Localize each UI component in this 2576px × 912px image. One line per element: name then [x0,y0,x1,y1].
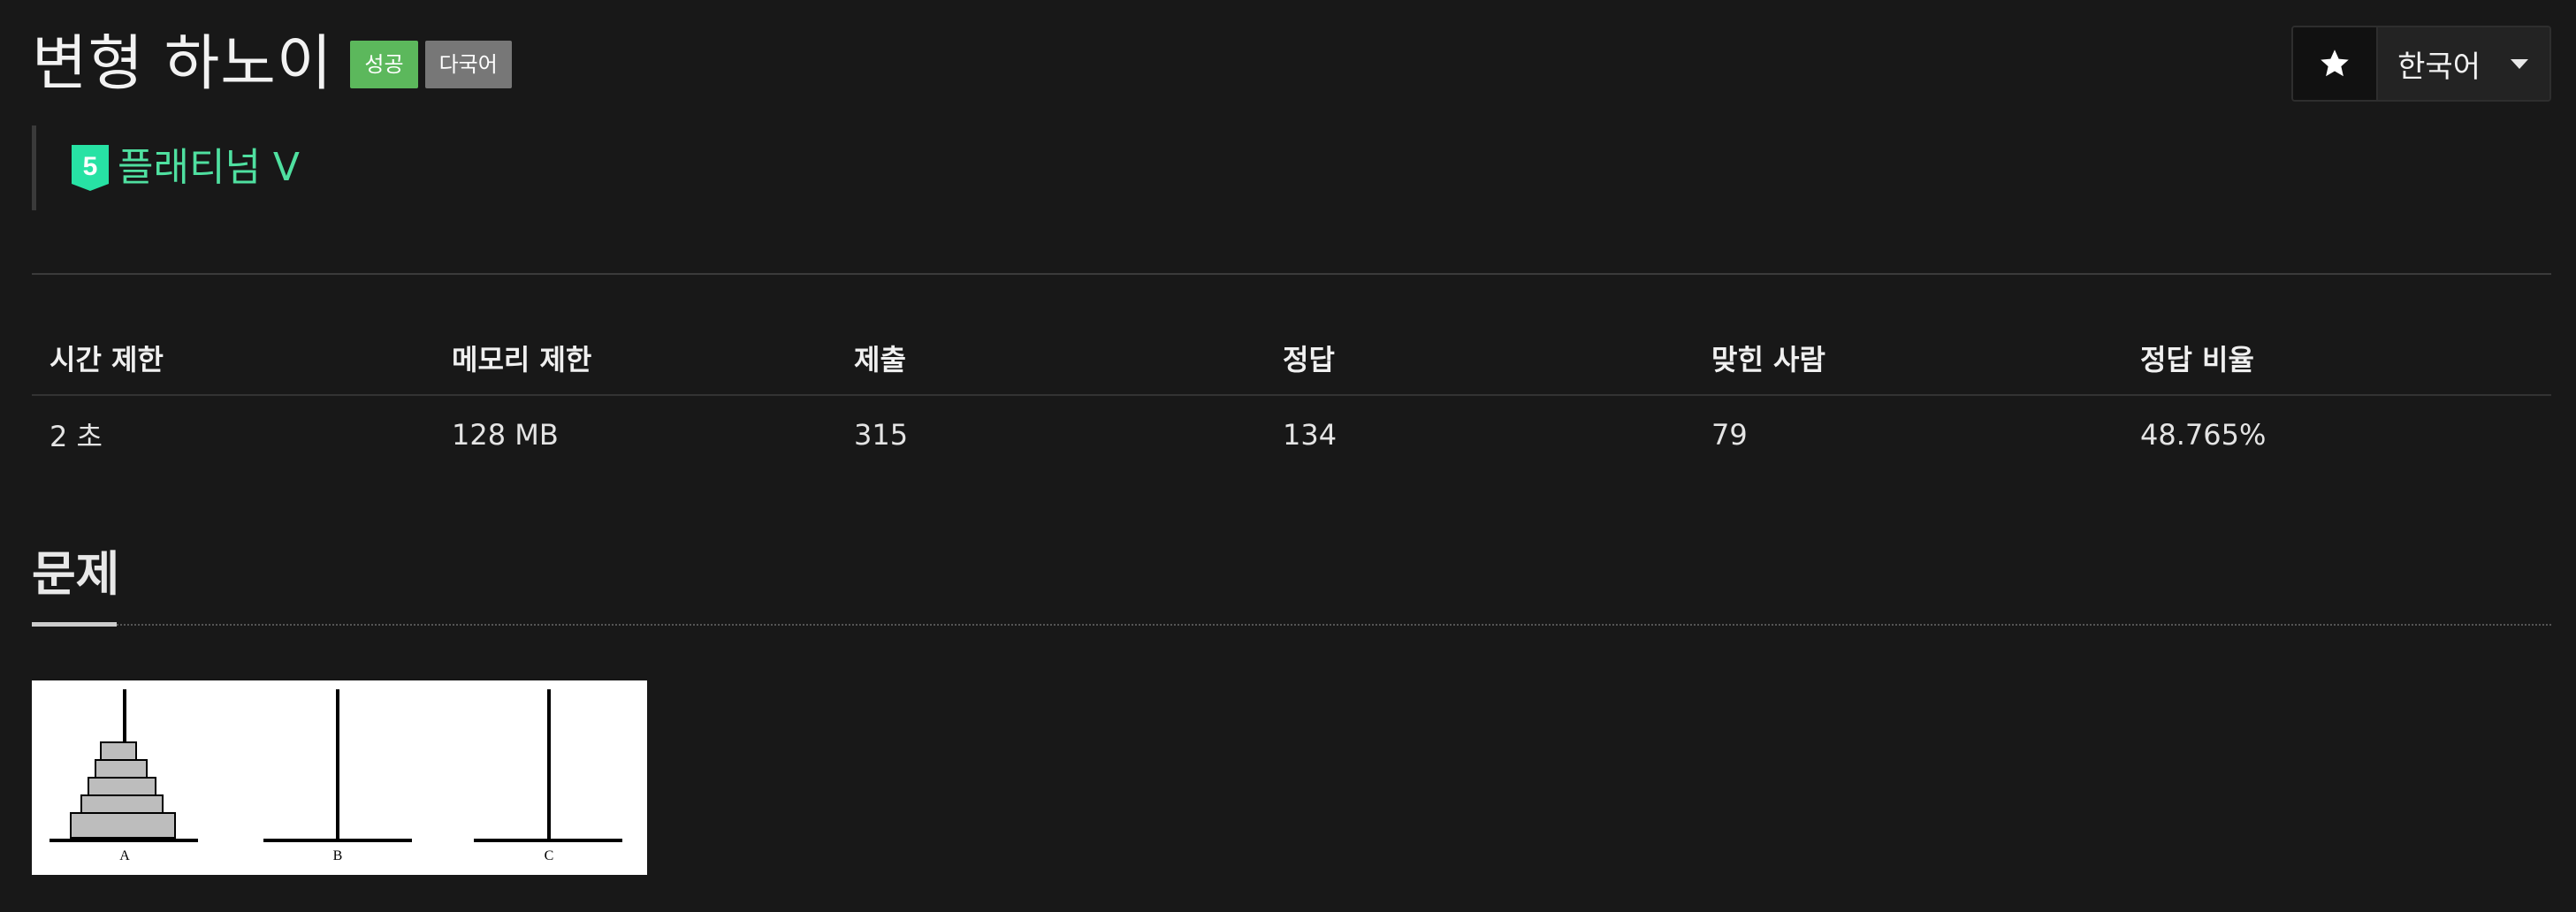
section-divider [32,624,2551,626]
success-badge: 성공 [350,41,418,88]
submissions-value[interactable]: 315 [836,418,1265,452]
problem-section-title: 문제 [32,546,120,602]
favorite-button[interactable] [2293,27,2379,100]
header-memory-limit: 메모리 제한 [452,343,592,376]
header-time-limit: 시간 제한 [50,343,164,376]
stats-value-row: 2 초 128 MB 315 134 79 48.765% [32,396,2551,474]
solved-users-value[interactable]: 79 [1694,418,2123,452]
language-label: 한국어 [2397,49,2481,85]
header-accept-ratio: 정답 비율 [2140,343,2254,376]
problem-header: 변형 하노이 성공 다국어 [32,25,512,104]
tier-block: 5 플래티넘 V [32,125,300,210]
tier-label[interactable]: 플래티넘 V [118,145,300,191]
accepted-value[interactable]: 134 [1265,418,1694,452]
header-solved-users: 맞힌 사람 [1711,343,1825,376]
accept-ratio-value: 48.765% [2140,418,2267,452]
language-dropdown[interactable]: 한국어 [2378,27,2549,100]
hanoi-figure: A B C [32,680,647,875]
header-divider [32,273,2551,275]
tier-number: 5 [83,152,98,181]
hanoi-towers-image: A B C [50,689,622,863]
problem-title: 변형 하노이 [32,29,333,99]
multilang-badge: 다국어 [424,41,512,88]
peg-label-c: C [545,848,554,863]
stats-header-row: 시간 제한 메모리 제한 제출 정답 맞힌 사람 정답 비율 [32,322,2551,396]
problem-stats-table: 시간 제한 메모리 제한 제출 정답 맞힌 사람 정답 비율 2 초 128 M… [32,322,2551,474]
time-limit-value: 2 초 [50,420,103,453]
section-title-underline [32,622,117,627]
problem-actions: 한국어 [2291,26,2551,102]
memory-limit-value: 128 MB [452,418,559,452]
star-icon [2321,49,2349,77]
problem-page: 변형 하노이 성공 다국어 5 플래티넘 V 한국어 시간 제한 메모리 제한 … [32,0,2551,912]
platinum-tier-icon: 5 [72,145,109,191]
header-accepted: 정답 [1283,343,1335,376]
peg-label-b: B [333,848,343,863]
peg-label-a: A [119,848,130,863]
caret-down-icon [2511,58,2528,69]
header-submissions: 제출 [854,343,906,376]
